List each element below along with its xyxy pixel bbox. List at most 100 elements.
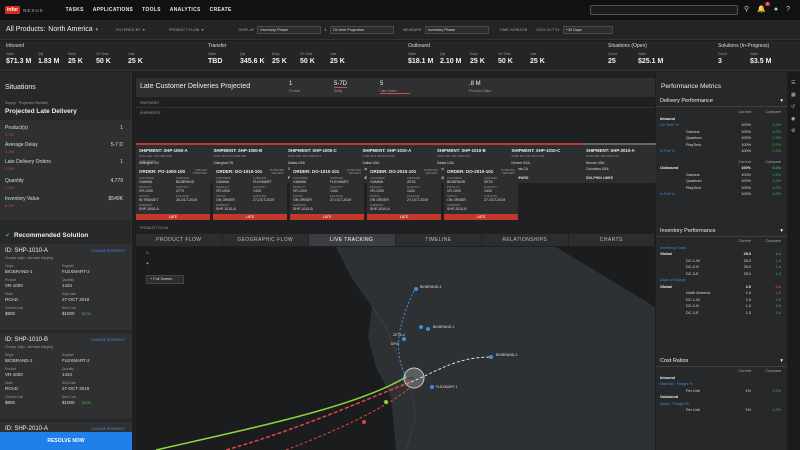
tab-product-flow[interactable]: PRODUCT FLOW: [136, 234, 223, 246]
order-field-value: VR-1000: [447, 189, 461, 193]
solution-card[interactable]: ID: SHP-1010-B CHANGE SHIPMENT Change or…: [0, 333, 131, 419]
change-shipment-link[interactable]: CHANGE SHIPMENT: [91, 338, 125, 342]
location-marker[interactable]: [414, 287, 418, 291]
chevron-down-icon[interactable]: ▾: [780, 98, 783, 104]
metric-compare: 0.2%: [772, 179, 781, 184]
metric-current: 1.0: [745, 310, 751, 315]
order-card[interactable]: ORDER: DO-1010-101 OUTBOUND DELIVERY CUSTO…: [213, 166, 287, 220]
global-search-input[interactable]: [590, 5, 738, 15]
filtered-by-label: FILTERED BY: [116, 27, 141, 32]
metric-compare: 1.6: [775, 271, 781, 276]
tab-relationships[interactable]: RELATIONSHIPS: [482, 234, 569, 246]
metric-current: 1.0: [745, 304, 751, 309]
bell-icon[interactable]: 🔔: [757, 5, 766, 13]
order-field-value: GAMMA: [139, 180, 153, 184]
location-marker[interactable]: [489, 355, 493, 359]
chevron-down-icon[interactable]: ▾: [201, 27, 203, 32]
measure-select[interactable]: Inventory Phase: [424, 25, 489, 34]
chevron-down-icon[interactable]: ▾: [780, 358, 783, 364]
menu-applications[interactable]: APPLICATIONS: [93, 7, 133, 13]
globe-icon[interactable]: ◉: [791, 116, 795, 122]
share-icon[interactable]: ↺: [791, 104, 795, 110]
change-shipment-link[interactable]: CHANGE SHIPMENT: [91, 427, 125, 431]
solution-card[interactable]: ID: SHP-1010-A CHANGE SHIPMENT Change or…: [0, 244, 131, 330]
order-field-value: ON ORDER: [216, 198, 235, 202]
menu-tasks[interactable]: TASKS: [66, 7, 84, 13]
chevron-down-icon[interactable]: ▾: [143, 27, 145, 32]
situation-name[interactable]: Projected Late Delivery: [5, 108, 77, 115]
location-marker[interactable]: [402, 337, 406, 341]
solution-id: ID: SHP-1010-A: [5, 248, 49, 254]
location-marker[interactable]: [430, 385, 434, 389]
ship-marker[interactable]: [362, 420, 366, 424]
tab-geographic-flow[interactable]: GEOGRAPHIC FLOW: [223, 234, 309, 246]
stat-value: .8 M: [469, 81, 481, 87]
settings-icon[interactable]: ⚙: [791, 128, 795, 134]
chart-icon[interactable]: ▦: [791, 92, 796, 98]
time-horizon-date[interactable]: 2019 OCT 01: [537, 28, 560, 32]
chevron-down-icon[interactable]: ▾: [780, 228, 783, 234]
user-avatar-icon[interactable]: ●: [774, 6, 778, 13]
filter-bar: All Products: North America ▾ FILTERED B…: [0, 20, 800, 40]
menu-tools[interactable]: TOOLS: [142, 7, 161, 13]
late-badge: LATE: [213, 214, 287, 220]
order-card[interactable]: ORDER: DO-2010-101 OUTBOUND DELIVERY CUSTO…: [444, 166, 518, 220]
metric-delta: 2.2%: [5, 166, 15, 171]
kpi-value: Count 3: [718, 52, 727, 65]
metric-current: 25.0: [743, 271, 751, 276]
delivery-performance-header[interactable]: Delivery Performance ▾: [656, 96, 787, 107]
orders-label: ORDERS: [140, 160, 155, 164]
order-tag: OUTBOUND DELIVERY: [346, 169, 361, 175]
order-field-value: VR-1000: [216, 189, 230, 193]
metric-label: Inventory Value: [5, 196, 40, 202]
product-flow-filter[interactable]: PRODUCT FLOW: [169, 28, 200, 32]
tab-live-tracking[interactable]: LIVE TRACKING: [309, 234, 396, 246]
map-label: FLEXMART-1: [436, 385, 458, 389]
days-select[interactable]: +30 Days: [562, 25, 613, 34]
order-field-value: SHP-1000-A: [139, 207, 159, 211]
metric-name: Outbound: [660, 166, 679, 171]
shipment-card[interactable]: SHIPMENT: SHP-2010-A Order Ref: DO-2010-1…: [583, 143, 659, 183]
infor-logo[interactable]: infor NEXUS: [5, 6, 44, 14]
zoom-in-icon[interactable]: +: [146, 261, 149, 267]
display-select[interactable]: Inventory Phase: [257, 25, 322, 34]
order-card[interactable]: ORDER: PO-1000-100 INBOUND PURCHASE CUSTOM…: [136, 166, 210, 220]
metric-current: 1%: [745, 388, 752, 393]
shipment-card[interactable]: SHIPMENT: SHP-1010-C Order Ref: DO-2010-1…: [508, 143, 585, 183]
change-shipment-link[interactable]: CHANGE SHIPMENT: [91, 249, 125, 253]
search-icon[interactable]: ⚲: [744, 5, 749, 13]
field-label: Mode: [5, 381, 13, 385]
tab-timeline[interactable]: TIMELINE: [396, 234, 482, 246]
menu-create[interactable]: CREATE: [210, 7, 232, 13]
live-tracking-map[interactable]: BIGBRAND-4 BIGBRAND-1 ZETA-4 DFW BIGBRAN…: [136, 247, 655, 450]
home-icon[interactable]: ⌂: [146, 250, 149, 256]
ship-marker[interactable]: [384, 400, 388, 404]
performance-metrics-panel: Performance Metrics Delivery Performance…: [656, 72, 787, 450]
tab-charts[interactable]: CHARTS: [569, 234, 655, 246]
order-ref: Order Ref: DO-1010-101: [362, 154, 396, 158]
stat-label: Product: [289, 89, 300, 93]
chevron-down-icon[interactable]: ▾: [96, 27, 99, 33]
location-marker[interactable]: [426, 327, 430, 331]
resolve-now-button[interactable]: RESOLVE NOW: [0, 432, 132, 450]
order-card[interactable]: ORDER: DO-2010-101 OUTBOUND DELIVERY CUSTO…: [367, 166, 441, 220]
order-title: ORDER: DO-1010-101: [293, 169, 340, 174]
full-screen-button[interactable]: + Full Screen: [146, 275, 184, 284]
metric-label: Average Delay: [5, 142, 38, 148]
location-marker[interactable]: [419, 325, 423, 329]
metric-current: 25.0: [743, 252, 751, 257]
display-select-2[interactable]: On time Projection: [329, 25, 394, 34]
scope-selector[interactable]: North America: [48, 26, 92, 33]
menu-analytics[interactable]: ANALYTICS: [170, 7, 201, 13]
situations-panel: Situations Supply · Projected Shortfall …: [0, 72, 132, 450]
field-value: $800: [5, 400, 16, 405]
list-icon[interactable]: ☰: [791, 80, 795, 86]
situation-subtitle: Supply · Projected Shortfall: [5, 101, 48, 105]
inventory-performance-header[interactable]: Inventory Performance ▾: [656, 226, 787, 237]
metric-compare: 0.5: [775, 310, 781, 315]
order-field-value: GAMMA: [370, 180, 384, 184]
order-card[interactable]: ORDER: DO-1010-101 OUTBOUND DELIVERY CUSTO…: [290, 166, 364, 220]
metric-name: Gamma: [686, 129, 700, 134]
cost-ratios-header[interactable]: Cost Ratios ▾: [656, 356, 787, 367]
help-icon[interactable]: ?: [786, 6, 790, 13]
